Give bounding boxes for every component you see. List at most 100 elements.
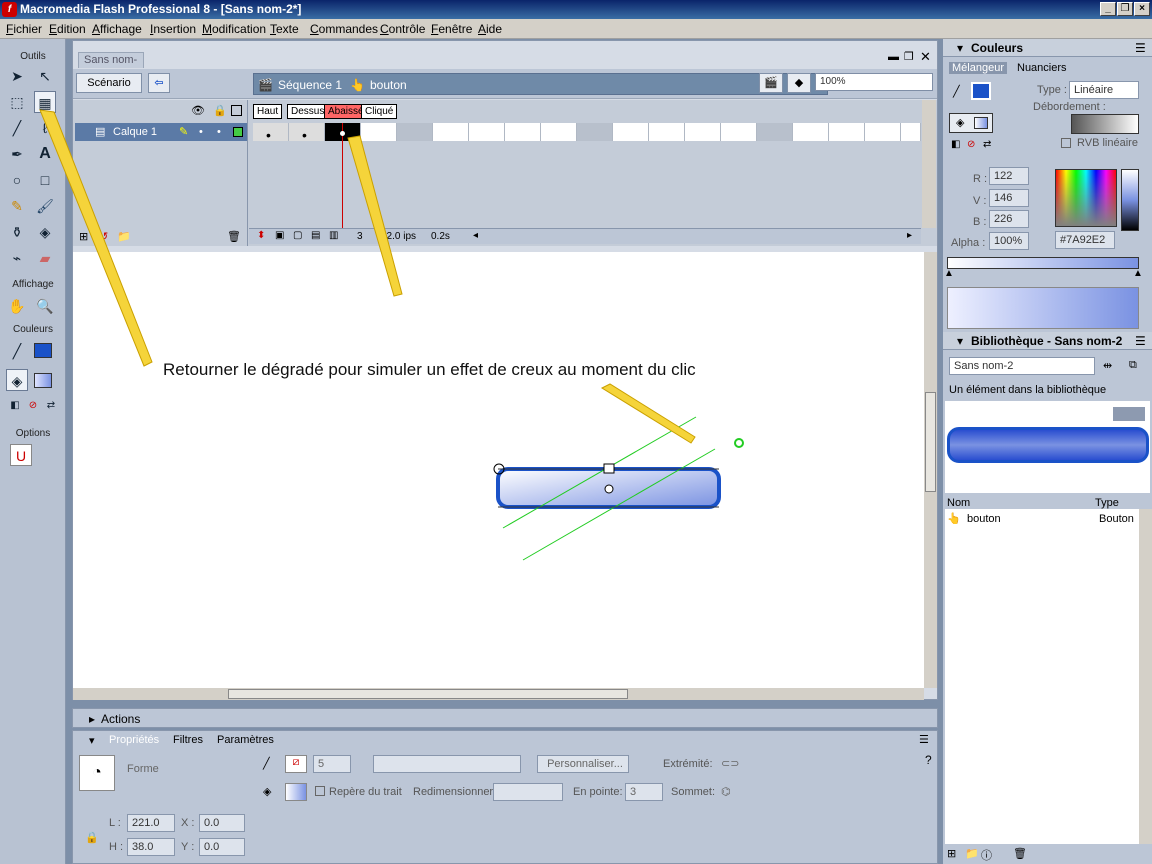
default-colors-icon[interactable]: ◧: [951, 139, 960, 150]
menu-controle[interactable]: Contrôle: [380, 22, 425, 36]
frame-rate[interactable]: 12.0 ips: [381, 231, 416, 242]
tab-proprietes[interactable]: Propriétés: [109, 734, 159, 746]
back-arrow-icon[interactable]: ⇦: [148, 73, 170, 93]
layer-outline-color[interactable]: [233, 127, 243, 137]
menu-affichage[interactable]: Affichage: [92, 22, 142, 36]
frame-cell[interactable]: [685, 123, 721, 141]
ink-bottle-tool-icon[interactable]: ⚱: [6, 221, 28, 243]
linear-rgb-checkbox[interactable]: [1061, 138, 1071, 148]
panel-menu-icon[interactable]: ☰: [1135, 334, 1146, 348]
tab-filtres[interactable]: Filtres: [173, 734, 203, 746]
line-tool-icon[interactable]: ╱: [6, 117, 28, 139]
stage-hscroll[interactable]: [73, 688, 924, 700]
document-tab[interactable]: Sans nom-2: [78, 52, 144, 80]
doc-restore-icon[interactable]: ❐: [904, 50, 914, 63]
frame-cell[interactable]: [793, 123, 829, 141]
menu-aide[interactable]: Aide: [478, 22, 502, 36]
cap-icon[interactable]: ⊂⊃: [721, 757, 739, 770]
doc-close-icon[interactable]: ✕: [920, 49, 931, 65]
frame-label-clique[interactable]: Cliqué: [361, 104, 398, 119]
eyedropper-tool-icon[interactable]: ⌁: [6, 247, 28, 269]
new-library-icon[interactable]: ⧉: [1129, 359, 1137, 372]
frame-cell[interactable]: •: [253, 123, 289, 143]
onion-outline-icon[interactable]: ▢: [293, 230, 302, 241]
overflow-select[interactable]: [1071, 114, 1139, 134]
eye-icon[interactable]: 👁: [191, 104, 205, 117]
new-symbol-icon[interactable]: ⊞: [947, 847, 956, 860]
new-folder-icon[interactable]: 📁: [965, 847, 979, 860]
selection-tool-icon[interactable]: ➤: [6, 65, 28, 87]
frame-cell[interactable]: [469, 123, 505, 141]
timeline-vscroll[interactable]: [922, 100, 936, 228]
r-field[interactable]: 122: [989, 167, 1029, 185]
scroll-right-icon[interactable]: ▸: [907, 230, 912, 241]
scroll-left-icon[interactable]: ◂: [473, 230, 478, 241]
stroke-hinting-checkbox[interactable]: [315, 786, 325, 796]
hex-field[interactable]: #7A92E2: [1055, 231, 1115, 249]
frame-cell[interactable]: [361, 123, 397, 141]
brightness-slider[interactable]: [1121, 169, 1139, 231]
x-field[interactable]: 0.0: [199, 814, 245, 832]
layer-lock-dot[interactable]: •: [217, 123, 221, 141]
layer-row[interactable]: ▤ Calque 1 ✎ • •: [75, 123, 247, 141]
breadcrumb-sequence[interactable]: Séquence 1: [278, 78, 342, 92]
stage-vscroll[interactable]: [924, 252, 937, 688]
frame-cell[interactable]: [541, 123, 577, 141]
edit-multiple-icon[interactable]: ▤: [311, 230, 320, 241]
maximize-button[interactable]: ❐: [1117, 2, 1133, 16]
height-field[interactable]: 38.0: [127, 838, 175, 856]
list-item[interactable]: 👆 bouton Bouton: [945, 511, 1139, 527]
collapse-arrow-icon[interactable]: ▾: [89, 734, 95, 747]
fill-color-icon[interactable]: ◈: [6, 369, 28, 391]
scenario-button[interactable]: Scénario: [76, 73, 142, 93]
delete-icon[interactable]: 🗑: [1013, 847, 1027, 860]
actions-panel-header[interactable]: ▸ Actions: [72, 708, 938, 728]
magnet-snap-icon[interactable]: U: [10, 444, 32, 466]
stroke-color-picker[interactable]: ⧄: [285, 755, 307, 773]
doc-minimize-icon[interactable]: ▬: [888, 51, 899, 63]
menu-modification[interactable]: Modification: [202, 22, 266, 36]
edit-scene-icon[interactable]: 🎬: [759, 73, 783, 93]
vscroll-thumb[interactable]: [925, 392, 936, 492]
pen-tool-icon[interactable]: ✒: [6, 143, 28, 165]
swap-colors-icon[interactable]: ⇄: [983, 139, 991, 150]
stage[interactable]: [73, 252, 924, 688]
zoom-tool-icon[interactable]: 🔍: [34, 295, 56, 317]
frame-cell[interactable]: [757, 123, 793, 141]
tab-parametres[interactable]: Paramètres: [217, 734, 274, 746]
stroke-color-icon[interactable]: ╱: [6, 340, 28, 362]
mixer-fill-swatch[interactable]: ◈: [949, 113, 993, 133]
center-frame-icon[interactable]: ⬍: [257, 230, 265, 241]
frame-cell[interactable]: [721, 123, 757, 141]
edit-symbol-icon[interactable]: ◆: [787, 73, 811, 93]
hscroll-thumb[interactable]: [228, 689, 628, 699]
outline-icon[interactable]: [231, 105, 242, 116]
frame-cell[interactable]: [577, 123, 613, 141]
playhead[interactable]: [342, 123, 343, 228]
mixer-stroke-swatch[interactable]: [971, 82, 991, 100]
eraser-tool-icon[interactable]: ▰: [34, 247, 56, 269]
no-color-icon[interactable]: ⊘: [967, 139, 975, 150]
menu-texte[interactable]: Texte: [270, 22, 299, 36]
delete-layer-icon[interactable]: 🗑: [227, 230, 241, 243]
stroke-color-swatch[interactable]: [34, 343, 52, 358]
miter-field[interactable]: 3: [625, 783, 663, 801]
gradient-bar[interactable]: [947, 257, 1139, 269]
brush-tool-icon[interactable]: 🖌: [34, 195, 56, 217]
menu-fichier[interactable]: Fichier: [6, 22, 42, 36]
frame-label-haut[interactable]: Haut: [253, 104, 283, 119]
close-button[interactable]: ×: [1134, 2, 1150, 16]
tab-nuanciers[interactable]: Nuanciers: [1017, 62, 1067, 74]
gradient-stop-right[interactable]: ▲: [1133, 268, 1143, 279]
col-type-header[interactable]: Type: [1095, 497, 1119, 509]
library-panel-header[interactable]: ▾ Bibliothèque - Sans nom-2 ☰: [943, 332, 1152, 350]
motion-guide-icon[interactable]: ↺: [99, 230, 108, 243]
type-select[interactable]: Linéaire: [1069, 81, 1139, 99]
scale-select[interactable]: [493, 783, 563, 801]
frame-cell[interactable]: [505, 123, 541, 141]
col-name-header[interactable]: Nom: [947, 497, 970, 509]
lock-proportions-icon[interactable]: 🔒: [85, 831, 99, 844]
breadcrumb-symbol[interactable]: bouton: [370, 78, 407, 92]
swap-colors-icon[interactable]: ⇄: [40, 395, 62, 417]
menu-fenetre[interactable]: Fenêtre: [431, 22, 472, 36]
